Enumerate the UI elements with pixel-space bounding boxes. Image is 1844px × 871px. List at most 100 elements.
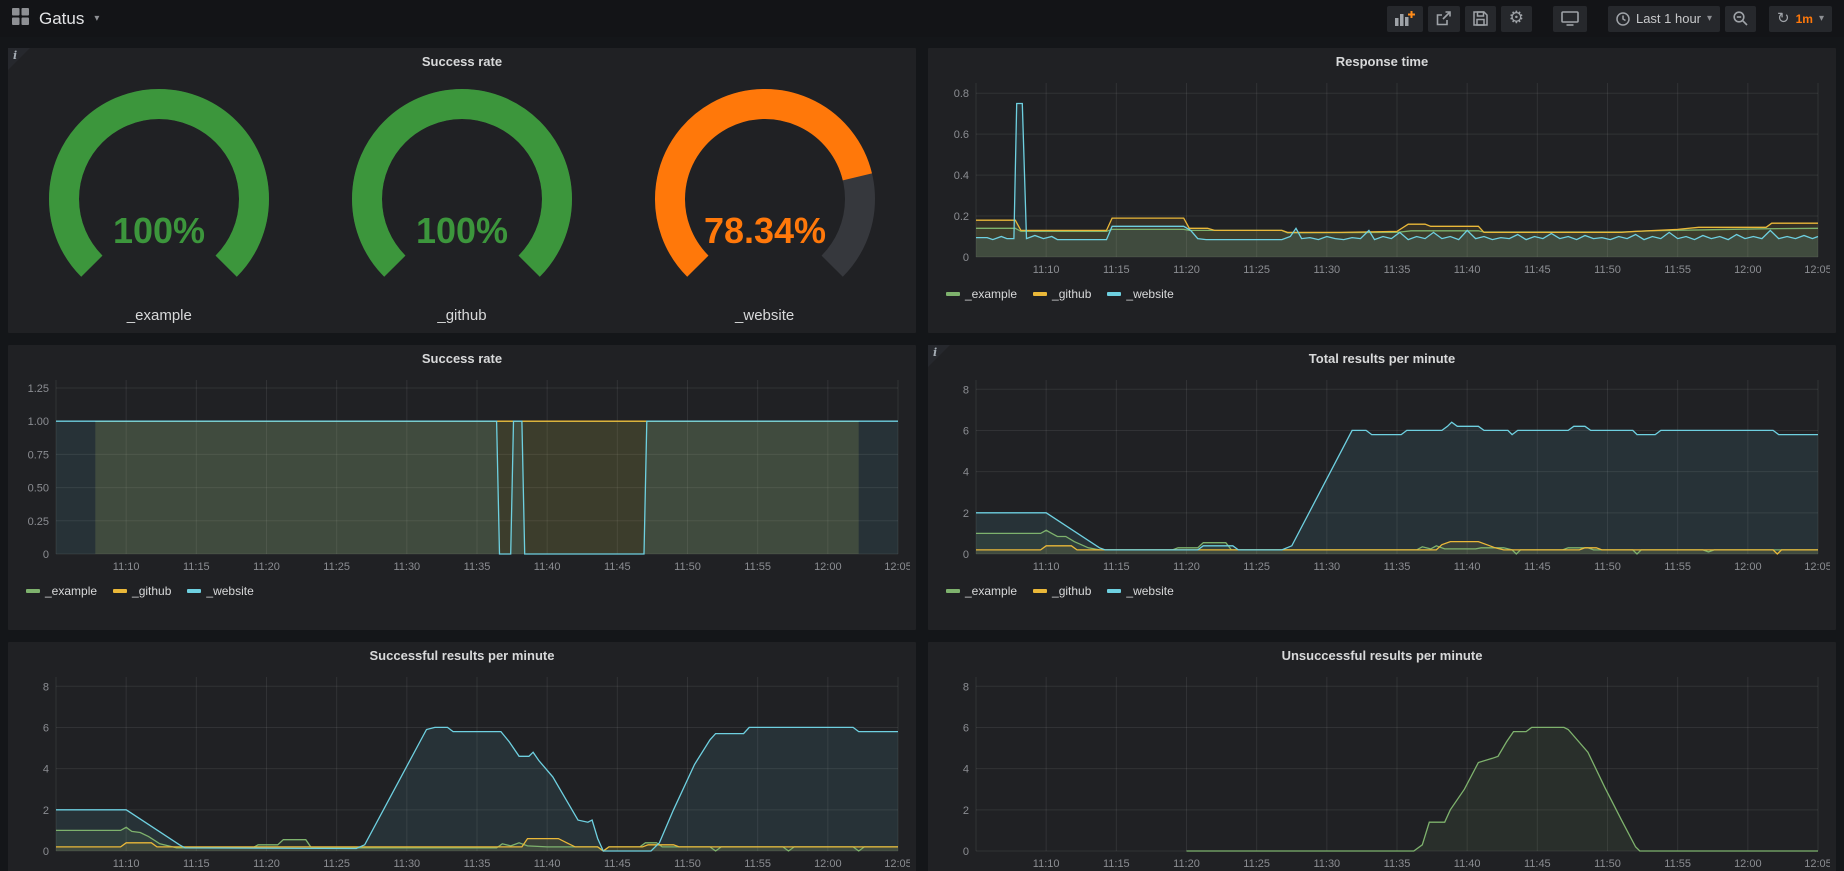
- panel-header[interactable]: Success rate: [8, 345, 916, 372]
- panel-title: Total results per minute: [1309, 351, 1455, 366]
- svg-text:100%: 100%: [416, 210, 508, 251]
- legend-item-_github[interactable]: _github: [113, 584, 171, 598]
- legend-swatch: [1033, 292, 1047, 296]
- refresh-picker[interactable]: ↻ 1m ▾: [1769, 6, 1832, 32]
- settings-gear-button[interactable]: ⚙: [1501, 6, 1532, 32]
- svg-text:11:30: 11:30: [1313, 264, 1340, 276]
- zoom-out-button[interactable]: [1725, 6, 1756, 32]
- legend-item-_github[interactable]: _github: [1033, 287, 1091, 301]
- legend-swatch: [1033, 589, 1047, 593]
- tv-mode-button[interactable]: [1553, 6, 1587, 32]
- svg-text:11:45: 11:45: [604, 858, 631, 870]
- svg-text:11:35: 11:35: [464, 858, 491, 870]
- svg-text:11:30: 11:30: [393, 561, 420, 573]
- svg-text:11:45: 11:45: [1524, 561, 1551, 573]
- legend-label: _website: [1126, 287, 1173, 301]
- svg-text:11:20: 11:20: [253, 561, 280, 573]
- legend-item-_website[interactable]: _website: [1107, 287, 1173, 301]
- panel-header[interactable]: Successful results per minute: [8, 642, 916, 669]
- svg-text:11:40: 11:40: [1454, 858, 1481, 870]
- svg-text:12:05: 12:05: [1804, 561, 1830, 573]
- legend-label: _example: [965, 584, 1017, 598]
- chart-svg: 00.20.40.60.811:1011:1511:2011:2511:3011…: [934, 75, 1830, 281]
- svg-text:11:35: 11:35: [1384, 858, 1411, 870]
- svg-text:12:05: 12:05: [884, 561, 910, 573]
- svg-text:11:35: 11:35: [1384, 561, 1411, 573]
- svg-text:1.25: 1.25: [28, 383, 49, 395]
- chart-svg: 0246811:1011:1511:2011:2511:3011:3511:40…: [14, 669, 910, 871]
- svg-text:11:50: 11:50: [674, 561, 701, 573]
- svg-text:0.4: 0.4: [954, 170, 969, 182]
- time-range-picker[interactable]: Last 1 hour ▾: [1608, 6, 1720, 32]
- svg-text:11:50: 11:50: [674, 858, 701, 870]
- svg-text:11:20: 11:20: [1173, 561, 1200, 573]
- legend-item-_example[interactable]: _example: [946, 287, 1017, 301]
- chart-container: 00.20.40.60.811:1011:1511:2011:2511:3011…: [928, 75, 1836, 333]
- svg-text:0: 0: [963, 252, 969, 264]
- svg-text:11:35: 11:35: [1384, 264, 1411, 276]
- panel-title: Successful results per minute: [370, 648, 555, 663]
- chart-svg: 00.250.500.751.001.2511:1011:1511:2011:2…: [14, 372, 910, 578]
- legend-swatch: [1107, 589, 1121, 593]
- gauge-label: _website: [735, 307, 794, 324]
- panel-header[interactable]: Success rate: [8, 48, 916, 75]
- legend-item-_website[interactable]: _website: [1107, 584, 1173, 598]
- gear-icon: ⚙: [1509, 10, 1524, 27]
- svg-text:11:15: 11:15: [1103, 858, 1130, 870]
- svg-text:0: 0: [43, 549, 49, 561]
- svg-text:12:00: 12:00: [814, 858, 842, 870]
- save-button[interactable]: [1465, 6, 1496, 32]
- panel-title: Unsuccessful results per minute: [1282, 648, 1483, 663]
- legend-item-_github[interactable]: _github: [1033, 584, 1091, 598]
- share-button[interactable]: [1428, 6, 1460, 32]
- svg-text:11:20: 11:20: [253, 858, 280, 870]
- dashboards-grid-icon[interactable]: [12, 8, 29, 30]
- panel-header[interactable]: Total results per minute: [928, 345, 1836, 372]
- svg-text:11:35: 11:35: [464, 561, 491, 573]
- svg-text:11:40: 11:40: [534, 561, 561, 573]
- svg-text:11:45: 11:45: [1524, 858, 1551, 870]
- svg-text:4: 4: [963, 764, 969, 776]
- legend-label: _github: [1052, 584, 1091, 598]
- svg-text:11:25: 11:25: [1243, 264, 1270, 276]
- chevron-down-icon[interactable]: ▾: [94, 14, 99, 24]
- chart-svg: 0246811:1011:1511:2011:2511:3011:3511:40…: [934, 372, 1830, 578]
- svg-text:12:00: 12:00: [1734, 264, 1762, 276]
- svg-text:11:10: 11:10: [113, 561, 140, 573]
- gauge-label: _github: [437, 307, 486, 324]
- chart-legend: _example _github _website: [934, 287, 1830, 301]
- panel-info-corner[interactable]: i: [8, 48, 32, 72]
- panel-successful-results: Successful results per minute 0246811:10…: [8, 642, 916, 871]
- svg-text:6: 6: [963, 425, 969, 437]
- chart-svg: 0246811:1011:1511:2011:2511:3011:3511:40…: [934, 669, 1830, 871]
- panel-success-rate-gauges: i Success rate 100%_example100%_github78…: [8, 48, 916, 333]
- svg-text:12:00: 12:00: [1734, 561, 1762, 573]
- chart-container: 0246811:1011:1511:2011:2511:3011:3511:40…: [8, 669, 916, 871]
- gauge-_github: 100% _github: [322, 81, 602, 324]
- svg-text:12:05: 12:05: [884, 858, 910, 870]
- gauge-_website: 78.34%_website: [625, 81, 905, 324]
- svg-text:11:10: 11:10: [1033, 264, 1060, 276]
- svg-text:11:50: 11:50: [1594, 561, 1621, 573]
- dashboard-title[interactable]: Gatus: [39, 9, 84, 29]
- svg-text:11:50: 11:50: [1594, 858, 1621, 870]
- svg-text:0.2: 0.2: [954, 211, 969, 223]
- legend-item-_example[interactable]: _example: [946, 584, 1017, 598]
- chart-container: 0246811:1011:1511:2011:2511:3011:3511:40…: [928, 669, 1836, 871]
- legend-item-_example[interactable]: _example: [26, 584, 97, 598]
- panel-total-results: i Total results per minute 0246811:1011:…: [928, 345, 1836, 630]
- panel-header[interactable]: Unsuccessful results per minute: [928, 642, 1836, 669]
- add-panel-button[interactable]: [1387, 6, 1423, 32]
- panel-header[interactable]: Response time: [928, 48, 1836, 75]
- legend-item-_website[interactable]: _website: [187, 584, 253, 598]
- svg-text:12:00: 12:00: [814, 561, 842, 573]
- panel-title: Success rate: [422, 351, 502, 366]
- svg-text:2: 2: [43, 805, 49, 817]
- legend-label: _website: [206, 584, 253, 598]
- svg-text:4: 4: [963, 467, 969, 479]
- panel-title: Success rate: [422, 54, 502, 69]
- panel-info-corner[interactable]: i: [928, 345, 952, 369]
- svg-text:8: 8: [963, 681, 969, 693]
- legend-label: _example: [45, 584, 97, 598]
- chart-container: 0246811:1011:1511:2011:2511:3011:3511:40…: [928, 372, 1836, 630]
